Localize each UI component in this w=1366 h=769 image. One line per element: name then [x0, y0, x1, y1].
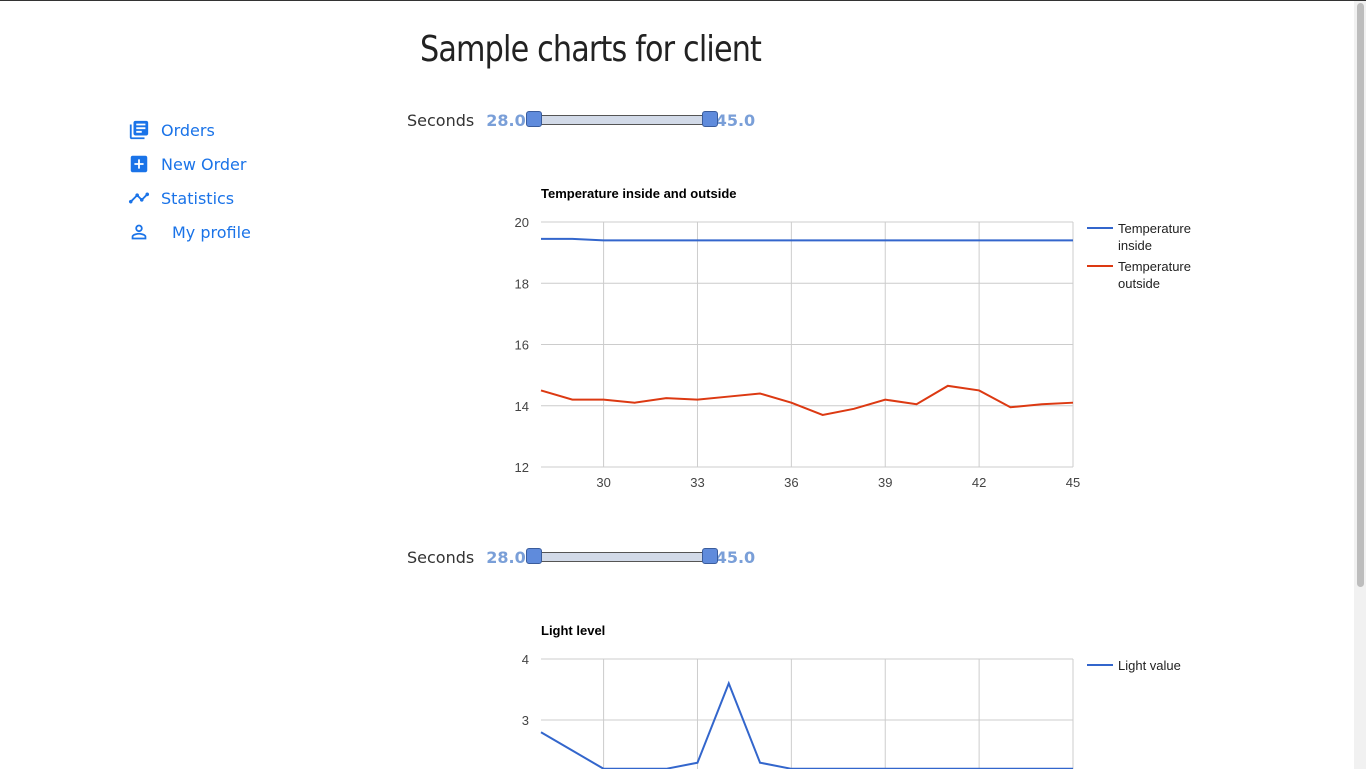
slider-max-handle[interactable]	[701, 548, 718, 564]
seconds-range-slider: Seconds 28.0 45.0	[407, 108, 755, 132]
legend-entry: Temperature inside	[1118, 221, 1191, 253]
orders-icon	[128, 119, 150, 141]
y-tick-label: 3	[522, 713, 529, 728]
x-tick-label: 30	[596, 475, 610, 490]
page-title: Sample charts for client	[420, 29, 762, 70]
x-tick-label: 39	[878, 475, 892, 490]
x-tick-label: 42	[972, 475, 986, 490]
series-line-1	[540, 384, 1074, 416]
light-level-chart: Light level 3 4 Light value	[522, 623, 1181, 769]
temperature-chart: Temperature inside and outside 12 14 16 18 20…	[515, 186, 1191, 490]
y-tick-label: 12	[515, 460, 529, 475]
slider-max-value: 45.0	[715, 547, 756, 567]
x-tick-label: 45	[1066, 475, 1080, 490]
series-line-0	[540, 680, 1073, 769]
chart-title: Temperature inside and outside	[541, 186, 737, 201]
slider-min-handle[interactable]	[525, 548, 542, 564]
slider-label: Seconds	[407, 547, 475, 567]
y-tick-label: 20	[515, 215, 529, 230]
slider-track[interactable]	[525, 548, 718, 564]
series-line-0	[541, 237, 1073, 242]
slider-min-handle[interactable]	[525, 111, 542, 127]
y-tick-label: 18	[515, 276, 529, 291]
seconds-range-slider: Seconds 28.0 45.0	[407, 545, 755, 569]
y-tick-label: 4	[522, 652, 529, 667]
y-tick-label: 16	[515, 338, 529, 353]
slider-max-value: 45.0	[715, 110, 756, 130]
scrollbar-thumb[interactable]	[1357, 3, 1364, 587]
chart-title: Light level	[541, 623, 605, 638]
nav-item-orders[interactable]: Orders	[128, 113, 251, 147]
page-scrollbar[interactable]	[1354, 1, 1366, 769]
x-tick-label: 36	[784, 475, 798, 490]
legend-entry: Temperature outside	[1118, 259, 1191, 291]
slider-label: Seconds	[407, 110, 475, 130]
legend-entry: Light value	[1118, 658, 1181, 673]
y-tick-label: 14	[515, 399, 529, 414]
nav-item-label: Orders	[161, 120, 215, 140]
slider-track[interactable]	[525, 111, 718, 127]
slider-min-value: 28.0	[486, 547, 526, 567]
x-tick-label: 33	[690, 475, 704, 490]
slider-max-handle[interactable]	[701, 111, 718, 127]
slider-min-value: 28.0	[486, 110, 526, 130]
